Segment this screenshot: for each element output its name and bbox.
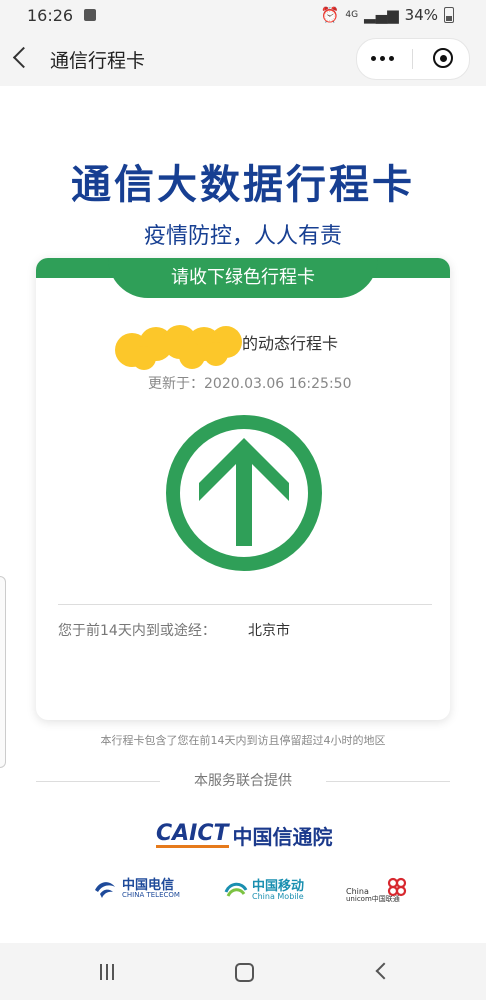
battery-icon <box>444 7 454 23</box>
redacted-name <box>115 325 242 370</box>
battery-percent: 34% <box>404 6 438 24</box>
china-mobile-logo: 中国移动 China Mobile <box>224 878 304 902</box>
footnote: 本行程卡包含了您在前14天内到访且停留超过4小时的地区 <box>100 734 386 747</box>
mobile-icon <box>224 882 248 897</box>
capsule-divider <box>412 49 413 69</box>
route-label: 您于前14天内到或途经： <box>58 623 216 639</box>
system-nav-bar <box>0 943 486 1000</box>
caict-cn: 中国信通院 <box>232 824 333 849</box>
alarm-icon: ⏰ <box>320 6 340 24</box>
update-time-line: 更新于：2020.03.06 16:25:50 <box>148 373 352 393</box>
mobile-en: China Mobile <box>252 891 304 901</box>
nav-title: 通信行程卡 <box>50 50 146 72</box>
trip-card: 请收下绿色行程卡 的动态行程卡 更新于：2020.03.06 16:25:50 … <box>36 258 450 720</box>
notification-icon <box>84 9 96 21</box>
telecom-icon <box>95 882 115 898</box>
edge-panel-handle[interactable] <box>0 576 6 768</box>
china-unicom-logo: China unicom中国联通 <box>346 877 410 903</box>
status-bar: 16:26 ⏰ 4G ▂▄▆ 34% <box>0 0 486 30</box>
card-tab: 请收下绿色行程卡 <box>108 258 378 298</box>
china-telecom-logo: 中国电信 CHINA TELECOM <box>92 878 180 900</box>
carrier-logos: 中国电信 CHINA TELECOM 中国移动 China Mobile Chi… <box>0 877 486 914</box>
page-subtitle: 疫情防控，人人有责 <box>143 224 342 249</box>
divider-line <box>326 781 450 782</box>
page-content: 通信大数据行程卡 疫情防控，人人有责 请收下绿色行程卡 的动态行程卡 更新于：2… <box>0 86 486 943</box>
status-indicators: ⏰ 4G ▂▄▆ 34% <box>321 6 454 24</box>
nav-bar: 通信行程卡 <box>0 30 486 86</box>
recent-apps-icon[interactable] <box>100 964 114 980</box>
up-arrow-icon <box>166 415 322 571</box>
unicom-knot-icon <box>387 877 406 896</box>
network-label: 4G <box>345 10 359 20</box>
back-icon[interactable] <box>12 46 35 69</box>
update-time: 2020.03.06 16:25:50 <box>204 376 352 392</box>
trip-card-label: 的动态行程卡 <box>242 334 339 353</box>
telecom-en: CHINA TELECOM <box>122 891 180 899</box>
status-time: 16:26 <box>27 6 74 25</box>
close-icon[interactable] <box>433 48 453 68</box>
home-icon[interactable] <box>235 963 254 982</box>
card-divider <box>58 604 432 605</box>
route-value: 北京市 <box>248 623 290 639</box>
provider-row: 本服务联合提供 <box>0 770 486 790</box>
update-prefix: 更新于： <box>148 376 204 392</box>
provider-label: 本服务联合提供 <box>194 773 292 789</box>
signal-icon: ▂▄▆ <box>364 6 399 24</box>
caict-en: CAICT <box>156 820 229 848</box>
caict-logo: CAICT 中国信通院 <box>156 821 333 849</box>
mobile-cn: 中国移动 <box>252 878 305 894</box>
system-back-icon[interactable] <box>375 962 393 980</box>
mini-program-capsule <box>356 38 470 80</box>
more-icon[interactable] <box>371 56 394 61</box>
page-title: 通信大数据行程卡 <box>71 162 415 208</box>
